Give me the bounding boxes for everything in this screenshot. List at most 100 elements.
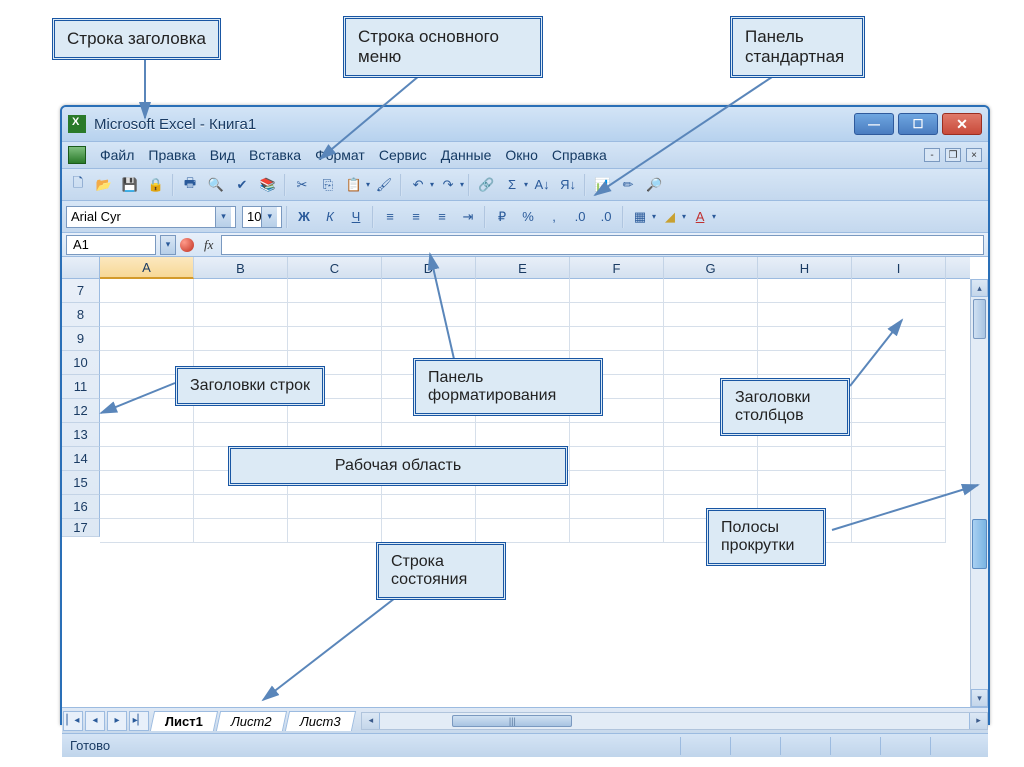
decrease-decimal-icon[interactable]: .0 (594, 205, 618, 229)
minimize-button[interactable]: — (854, 113, 894, 135)
menu-insert[interactable]: Вставка (243, 144, 307, 166)
permissions-icon[interactable]: 🔒 (144, 173, 168, 197)
chart-icon[interactable]: 📊 (590, 173, 614, 197)
row-header-9[interactable]: 9 (62, 327, 100, 351)
formula-bar[interactable] (221, 235, 984, 255)
sheet-nav-first-icon[interactable]: ▏◂ (63, 711, 83, 731)
row-header-10[interactable]: 10 (62, 351, 100, 375)
format-painter-icon[interactable]: 🖌 (372, 173, 396, 197)
italic-button[interactable]: К (318, 205, 342, 229)
row-header-16[interactable]: 16 (62, 495, 100, 519)
row-header-7[interactable]: 7 (62, 279, 100, 303)
copy-icon[interactable]: ⎘ (316, 173, 340, 197)
row-header-15[interactable]: 15 (62, 471, 100, 495)
spellcheck-icon[interactable]: ✔ (230, 173, 254, 197)
sheet-tab-3[interactable]: Лист3 (285, 711, 356, 731)
row-header-17[interactable]: 17 (62, 519, 100, 537)
autosum-icon[interactable]: Σ (500, 173, 524, 197)
font-size-combo[interactable]: 10 ▾ (242, 206, 282, 228)
doc-close-button[interactable]: × (966, 148, 982, 162)
menu-window[interactable]: Окно (499, 144, 544, 166)
col-header-B[interactable]: B (194, 257, 288, 279)
redo-icon[interactable]: ↷ (436, 173, 460, 197)
row-header-12[interactable]: 12 (62, 399, 100, 423)
font-name-dropdown-icon[interactable]: ▾ (215, 207, 231, 227)
menu-format[interactable]: Формат (309, 144, 371, 166)
new-icon[interactable]: 🗋 (66, 173, 90, 197)
align-center-icon[interactable]: ≡ (404, 205, 428, 229)
col-header-F[interactable]: F (570, 257, 664, 279)
col-header-G[interactable]: G (664, 257, 758, 279)
col-header-H[interactable]: H (758, 257, 852, 279)
menu-data[interactable]: Данные (435, 144, 498, 166)
hyperlink-icon[interactable]: 🔗 (474, 173, 498, 197)
save-icon[interactable]: 💾 (118, 173, 142, 197)
maximize-button[interactable]: ☐ (898, 113, 938, 135)
col-header-C[interactable]: C (288, 257, 382, 279)
scroll-left-icon[interactable]: ◂ (362, 713, 380, 729)
percent-icon[interactable]: % (516, 205, 540, 229)
vscroll-thumb-highlight[interactable] (972, 519, 987, 569)
font-color-icon[interactable]: А (688, 205, 712, 229)
horizontal-scrollbar[interactable]: ◂ ||| ▸ (361, 712, 988, 730)
borders-dropdown[interactable]: ▾ (652, 212, 656, 221)
vertical-scrollbar[interactable]: ▴ ▾ (970, 279, 988, 707)
paste-dropdown[interactable]: ▾ (366, 180, 370, 189)
sheet-nav-last-icon[interactable]: ▸▏ (129, 711, 149, 731)
font-name-combo[interactable]: Arial Cyr ▾ (66, 206, 236, 228)
row-header-8[interactable]: 8 (62, 303, 100, 327)
doc-restore-button[interactable]: ❐ (945, 148, 961, 162)
redo-dropdown[interactable]: ▾ (460, 180, 464, 189)
sort-desc-icon[interactable]: Я↓ (556, 173, 580, 197)
fill-color-icon[interactable]: ◢ (658, 205, 682, 229)
scroll-down-icon[interactable]: ▾ (971, 689, 988, 707)
underline-button[interactable]: Ч (344, 205, 368, 229)
menu-view[interactable]: Вид (204, 144, 241, 166)
bold-button[interactable]: Ж (292, 205, 316, 229)
scroll-right-icon[interactable]: ▸ (969, 713, 987, 729)
sheet-nav-next-icon[interactable]: ▸ (107, 711, 127, 731)
col-header-D[interactable]: D (382, 257, 476, 279)
zoom-icon[interactable]: 🔎 (642, 173, 666, 197)
font-color-dropdown[interactable]: ▾ (712, 212, 716, 221)
research-icon[interactable]: 📚 (256, 173, 280, 197)
titlebar[interactable]: Microsoft Excel - Книга1 — ☐ ✕ (62, 107, 988, 141)
hscroll-thumb[interactable]: ||| (452, 715, 572, 727)
menu-file[interactable]: Файл (94, 144, 140, 166)
select-all-corner[interactable] (62, 257, 100, 279)
col-header-E[interactable]: E (476, 257, 570, 279)
cells-area[interactable] (100, 279, 970, 707)
sort-asc-icon[interactable]: A↓ (530, 173, 554, 197)
increase-decimal-icon[interactable]: .0 (568, 205, 592, 229)
sheet-tab-2[interactable]: Лист2 (216, 711, 287, 731)
close-button[interactable]: ✕ (942, 113, 982, 135)
menu-help[interactable]: Справка (546, 144, 613, 166)
print-preview-icon[interactable]: 🔍 (204, 173, 228, 197)
row-header-14[interactable]: 14 (62, 447, 100, 471)
fx-label[interactable]: fx (204, 237, 213, 253)
sheet-nav-prev-icon[interactable]: ◂ (85, 711, 105, 731)
print-icon[interactable]: 🖶 (178, 173, 202, 197)
font-size-dropdown-icon[interactable]: ▾ (261, 207, 277, 227)
row-header-13[interactable]: 13 (62, 423, 100, 447)
autosum-dropdown[interactable]: ▾ (524, 180, 528, 189)
borders-icon[interactable]: ▦ (628, 205, 652, 229)
currency-icon[interactable]: ₽ (490, 205, 514, 229)
name-box[interactable]: A1 (66, 235, 156, 255)
menu-edit[interactable]: Правка (142, 144, 201, 166)
name-box-dropdown-icon[interactable]: ▾ (160, 235, 176, 255)
drawing-icon[interactable]: ✏ (616, 173, 640, 197)
fill-color-dropdown[interactable]: ▾ (682, 212, 686, 221)
cut-icon[interactable]: ✂ (290, 173, 314, 197)
sheet-tab-1[interactable]: Лист1 (150, 711, 218, 731)
vscroll-thumb[interactable] (973, 299, 986, 339)
align-left-icon[interactable]: ≡ (378, 205, 402, 229)
undo-icon[interactable]: ↶ (406, 173, 430, 197)
menu-tools[interactable]: Сервис (373, 144, 433, 166)
align-right-icon[interactable]: ≡ (430, 205, 454, 229)
open-icon[interactable]: 📂 (92, 173, 116, 197)
document-icon[interactable] (68, 146, 86, 164)
merge-center-icon[interactable]: ⇥ (456, 205, 480, 229)
scroll-up-icon[interactable]: ▴ (971, 279, 988, 297)
row-header-11[interactable]: 11 (62, 375, 100, 399)
